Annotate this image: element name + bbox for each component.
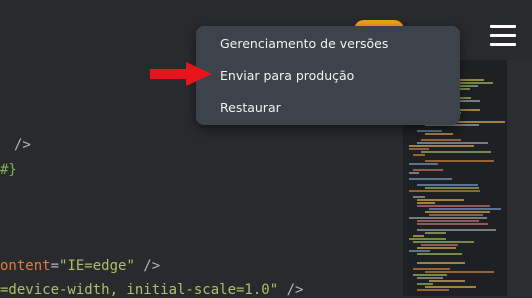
minimap-line (417, 202, 435, 204)
minimap-line (417, 277, 443, 279)
minimap-line (409, 217, 487, 219)
code-token: /> (14, 137, 31, 153)
minimap-line (413, 196, 425, 198)
minimap-line (429, 208, 501, 210)
minimap-line (417, 289, 449, 291)
hamburger-icon[interactable] (490, 24, 518, 48)
minimap-line (425, 160, 494, 162)
menu-item-version-management[interactable]: Gerenciamento de versões (220, 36, 388, 51)
minimap-line (409, 148, 429, 150)
minimap-line (417, 253, 462, 255)
code-token: #} (0, 162, 17, 178)
code-line: /> (14, 137, 31, 153)
dropdown-menu: Gerenciamento de versões Enviar para pro… (196, 26, 460, 125)
code-line: #} (0, 162, 17, 178)
minimap-line (425, 133, 453, 135)
minimap-line (409, 238, 446, 240)
minimap-line (417, 130, 442, 132)
minimap-line (413, 169, 443, 171)
minimap-line (425, 271, 494, 273)
minimap-line (417, 199, 464, 201)
minimap-line (409, 145, 474, 147)
minimap-line (417, 205, 490, 207)
minimap-line (421, 244, 458, 246)
minimap-line (417, 247, 456, 249)
minimap-line (417, 223, 488, 225)
minimap-line (409, 250, 430, 252)
minimap-line (409, 190, 480, 192)
minimap-line (417, 283, 433, 285)
minimap-line (413, 268, 450, 270)
minimap-line (413, 274, 447, 276)
code-token: = (50, 258, 60, 274)
minimap-line (409, 163, 438, 165)
minimap-line (421, 151, 491, 153)
minimap-line (429, 280, 465, 282)
minimap-line (421, 139, 461, 141)
minimap-line (425, 211, 490, 213)
minimap-line (413, 235, 424, 237)
minimap-line (417, 184, 478, 186)
red-arrow-icon (150, 62, 212, 86)
minimap-line (417, 142, 488, 144)
minimap-line (425, 187, 479, 189)
minimap-line (409, 178, 452, 180)
menu-item-restore[interactable]: Restaurar (220, 100, 281, 115)
minimap-line (429, 214, 483, 216)
vertical-scrollbar[interactable] (508, 60, 532, 296)
minimap-line (417, 220, 479, 222)
code-token: /> (134, 258, 161, 274)
minimap-line (413, 241, 474, 243)
code-line: ontent="IE=edge" /> (0, 258, 160, 274)
minimap-line (425, 286, 476, 288)
minimap-line (417, 229, 496, 231)
code-token: "IE=edge" (59, 258, 135, 274)
minimap-line (417, 262, 465, 264)
code-token: ontent (0, 258, 51, 274)
minimap-line (413, 154, 425, 156)
minimap-line (409, 172, 419, 174)
menu-item-send-to-production[interactable]: Enviar para produção (220, 68, 354, 83)
minimap-line (425, 232, 446, 234)
